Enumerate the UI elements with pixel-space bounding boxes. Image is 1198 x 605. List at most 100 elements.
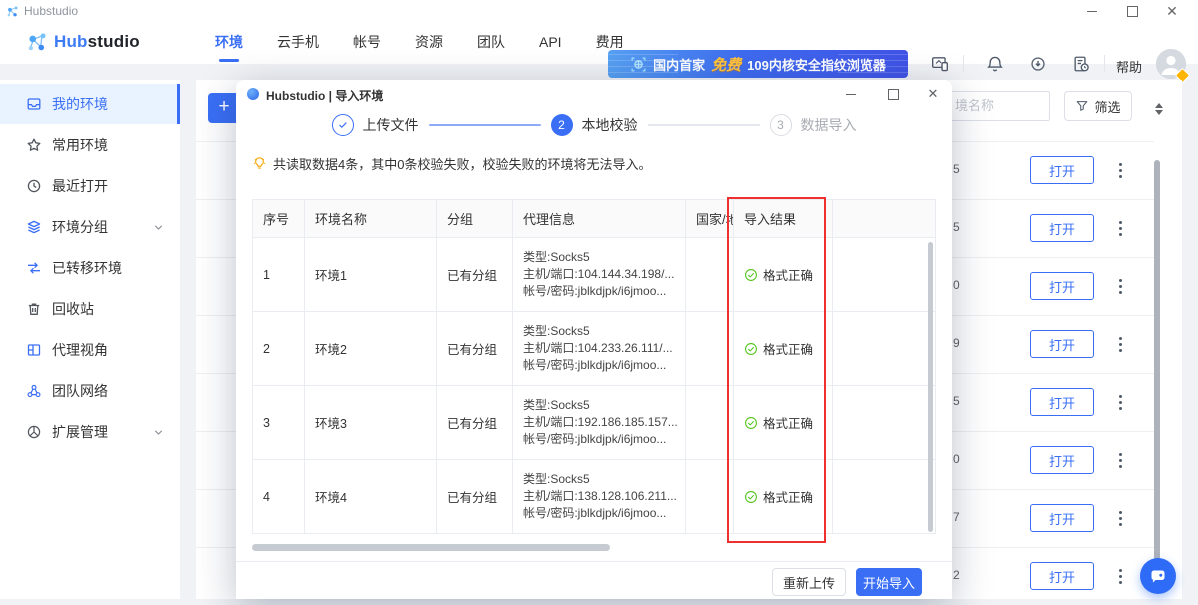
nav-item-api[interactable]: API — [522, 22, 579, 64]
truncated-cell-text: 7 — [953, 510, 960, 524]
nav-item-environment[interactable]: 环境 — [198, 22, 260, 64]
help-link[interactable]: 帮助 — [1116, 57, 1142, 76]
sidebar-item-label: 最近打开 — [52, 176, 108, 196]
cell-index: 3 — [253, 386, 305, 460]
sidebar-item-recently-opened[interactable]: 最近打开 — [0, 166, 180, 206]
modal-title: Hubstudio | 导入环境 — [266, 87, 383, 104]
col-header-proxy: 代理信息 — [513, 200, 686, 238]
modal-close-button[interactable]: ✕ — [920, 85, 946, 103]
customer-service-chat-button[interactable] — [1140, 558, 1176, 594]
sidebar-item-label: 我的环境 — [52, 94, 108, 114]
check-circle-icon — [744, 490, 758, 504]
cell-name: 环境4 — [305, 460, 437, 534]
check-circle-icon — [744, 416, 758, 430]
sidebar-item-label: 回收站 — [52, 299, 94, 319]
row-more-menu[interactable] — [1112, 563, 1128, 589]
col-header-group: 分组 — [437, 200, 513, 238]
row-more-menu[interactable] — [1112, 389, 1128, 415]
filter-button[interactable]: 筛选 — [1064, 91, 1132, 121]
open-environment-button[interactable]: 打开 — [1030, 330, 1094, 358]
row-more-menu[interactable] — [1112, 273, 1128, 299]
step-check-icon — [332, 114, 354, 136]
nav-item-cloud-phone[interactable]: 云手机 — [260, 22, 336, 64]
truncated-cell-text: 5 — [953, 220, 960, 234]
brand-logo: Hubstudio — [26, 31, 140, 53]
team-network-icon — [26, 383, 42, 399]
sidebar-item-favorite-environments[interactable]: 常用环境 — [0, 125, 180, 165]
chevron-down-icon — [153, 427, 164, 438]
operation-log-icon[interactable] — [1072, 55, 1090, 73]
open-environment-button[interactable]: 打开 — [1030, 156, 1094, 184]
filter-label: 筛选 — [1094, 97, 1120, 116]
open-environment-button[interactable]: 打开 — [1030, 272, 1094, 300]
update-sync-icon[interactable] — [1029, 55, 1047, 73]
promo-banner[interactable]: 国内首家 免费 109内核安全指纹浏览器 — [608, 50, 908, 78]
main-nav: 环境 云手机 帐号 资源 团队 API 费用 — [198, 22, 641, 64]
cell-country — [686, 460, 734, 534]
open-environment-button[interactable]: 打开 — [1030, 562, 1094, 590]
nav-item-account[interactable]: 帐号 — [336, 22, 398, 64]
modal-maximize-button[interactable] — [880, 85, 906, 103]
window-close-button[interactable]: ✕ — [1158, 2, 1186, 20]
col-header-country: 国家/地区 — [686, 200, 734, 238]
validation-summary: 共读取数据4条，其中0条校验失败，校验失败的环境将无法导入。 — [252, 154, 651, 173]
sidebar-item-extension-management[interactable]: 扩展管理 — [0, 412, 180, 452]
chat-bubble-icon — [1148, 566, 1168, 586]
sidebar-item-proxy-view[interactable]: 代理视角 — [0, 330, 180, 370]
clock-icon — [26, 178, 42, 194]
cell-name: 环境3 — [305, 386, 437, 460]
table-row: 4 环境4 已有分组 类型:Socks5 主机/端口:138.128.106.2… — [253, 460, 935, 534]
sort-control[interactable] — [1153, 102, 1165, 116]
open-environment-button[interactable]: 打开 — [1030, 214, 1094, 242]
check-circle-icon — [744, 342, 758, 356]
step-label: 本地校验 — [582, 115, 638, 135]
table-row: 2 环境2 已有分组 类型:Socks5 主机/端口:104.233.26.11… — [253, 312, 935, 386]
step-label: 数据导入 — [801, 115, 857, 135]
open-environment-button[interactable]: 打开 — [1030, 504, 1094, 532]
sidebar-item-transferred-environments[interactable]: 已转移环境 — [0, 248, 180, 288]
reupload-button[interactable]: 重新上传 — [772, 568, 846, 596]
search-input[interactable]: 境名称 — [940, 91, 1050, 121]
cell-empty — [833, 460, 935, 534]
list-scrollbar[interactable] — [1154, 160, 1160, 560]
open-environment-button[interactable]: 打开 — [1030, 446, 1094, 474]
extension-icon — [26, 424, 42, 440]
truncated-cell-text: 0 — [953, 452, 960, 466]
sidebar-item-recycle-bin[interactable]: 回收站 — [0, 289, 180, 329]
modal-vertical-scrollbar[interactable] — [928, 242, 933, 532]
promo-suffix: 109内核安全指纹浏览器 — [747, 55, 886, 74]
modal-horizontal-scrollbar[interactable] — [252, 544, 610, 551]
row-more-menu[interactable] — [1112, 505, 1128, 531]
row-more-menu[interactable] — [1112, 157, 1128, 183]
sidebar-item-my-environments[interactable]: 我的环境 — [0, 84, 180, 124]
cell-proxy: 类型:Socks5 主机/端口:104.144.34.198/... 帐号/密码… — [513, 238, 686, 312]
row-more-menu[interactable] — [1112, 331, 1128, 357]
cell-proxy: 类型:Socks5 主机/端口:192.186.185.157... 帐号/密码… — [513, 386, 686, 460]
promo-highlight: 免费 — [711, 54, 741, 75]
row-more-menu[interactable] — [1112, 215, 1128, 241]
cell-index: 4 — [253, 460, 305, 534]
navbar-divider — [963, 55, 964, 72]
col-header-name: 环境名称 — [305, 200, 437, 238]
proxy-view-icon — [26, 342, 42, 358]
modal-minimize-button[interactable] — [838, 85, 864, 103]
nav-item-resources[interactable]: 资源 — [398, 22, 460, 64]
row-more-menu[interactable] — [1112, 447, 1128, 473]
open-environment-button[interactable]: 打开 — [1030, 388, 1094, 416]
app-logo-icon — [6, 5, 19, 18]
window-maximize-button[interactable] — [1118, 2, 1146, 20]
window-minimize-button[interactable] — [1078, 2, 1106, 20]
step-label: 上传文件 — [363, 115, 419, 135]
start-import-button[interactable]: 开始导入 — [856, 568, 922, 596]
screen-sync-icon[interactable] — [931, 55, 949, 73]
sidebar: 我的环境 常用环境 最近打开 环境分组 — [0, 80, 180, 599]
sidebar-item-label: 已转移环境 — [52, 258, 122, 278]
nav-item-team[interactable]: 团队 — [460, 22, 522, 64]
sidebar-item-environment-groups[interactable]: 环境分组 — [0, 207, 180, 247]
cell-group: 已有分组 — [437, 238, 513, 312]
cell-result: 格式正确 — [734, 460, 833, 534]
window-titlebar: Hubstudio ✕ — [0, 0, 1198, 22]
notification-bell-icon[interactable] — [986, 55, 1004, 73]
user-avatar[interactable] — [1156, 49, 1186, 79]
sidebar-item-team-network[interactable]: 团队网络 — [0, 371, 180, 411]
